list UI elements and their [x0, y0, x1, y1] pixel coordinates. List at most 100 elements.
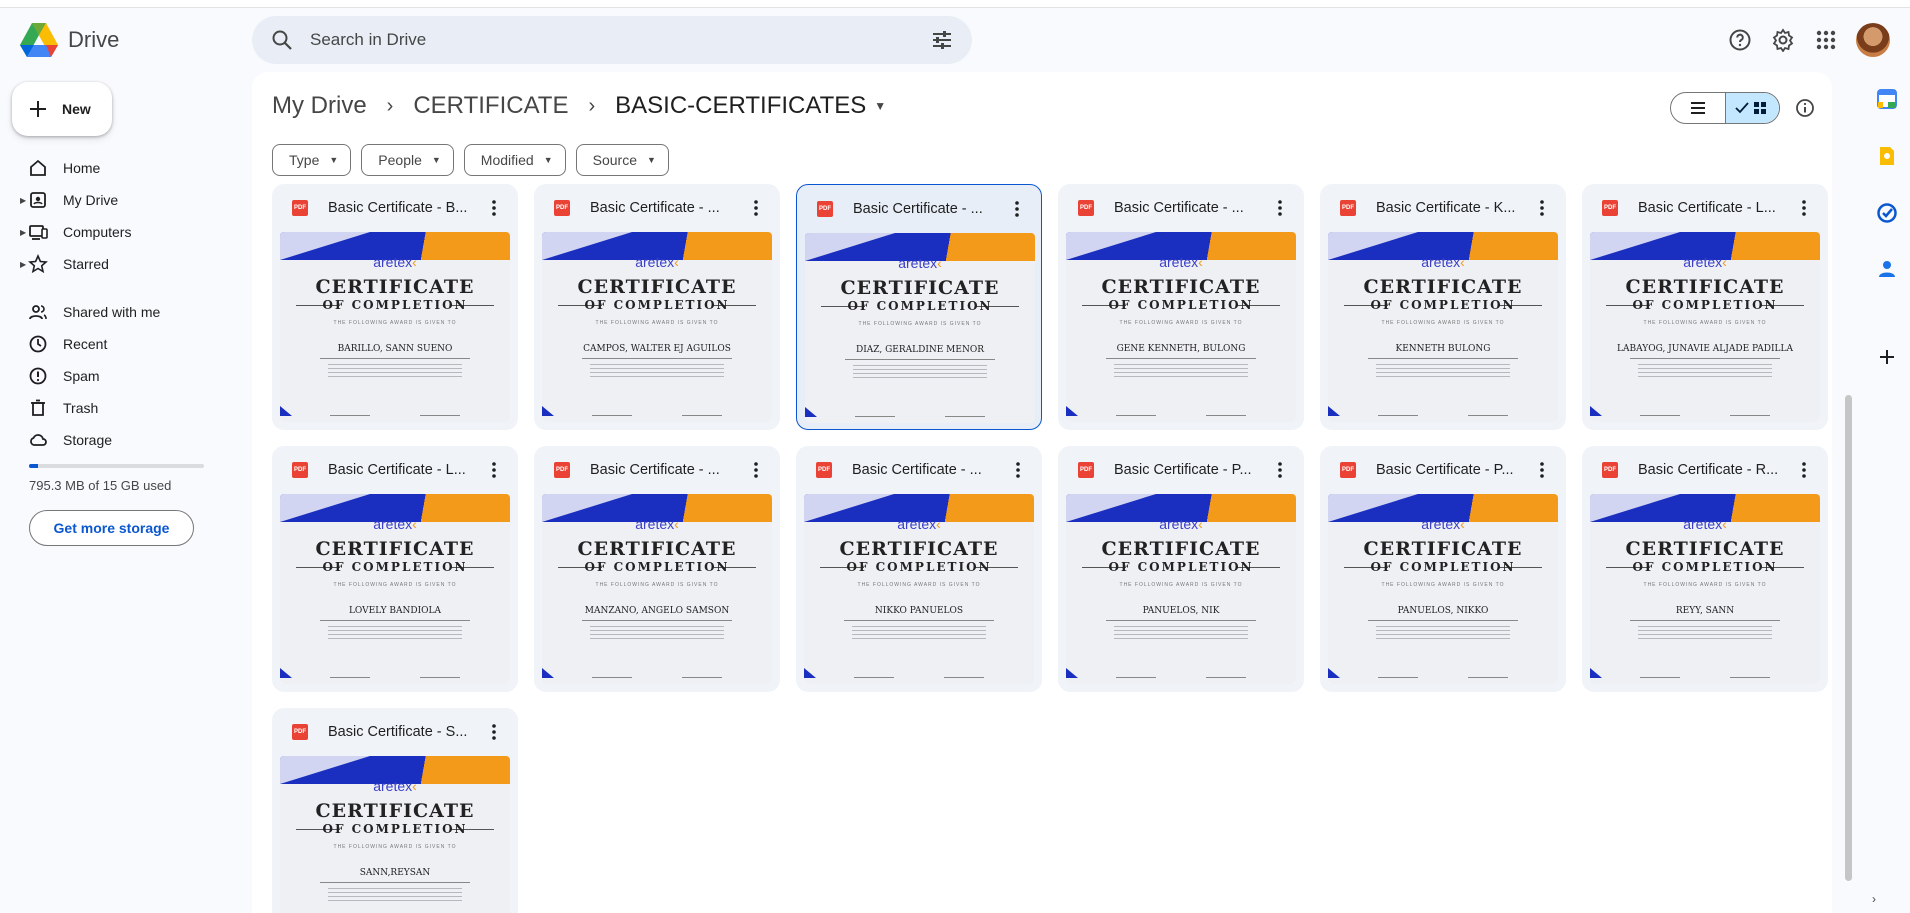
- folder-menu-caret-icon[interactable]: ▼: [874, 99, 886, 113]
- more-actions-icon[interactable]: [1532, 198, 1552, 218]
- get-more-storage-button[interactable]: Get more storage: [29, 510, 194, 546]
- file-thumbnail[interactable]: aretex‹ CERTIFICATE OF COMPLETION THE FO…: [805, 233, 1035, 423]
- settings-icon[interactable]: [1771, 28, 1795, 52]
- tasks-icon[interactable]: [1876, 202, 1898, 224]
- file-card-header[interactable]: PDF Basic Certificate - ...: [1058, 184, 1304, 232]
- filter-modified[interactable]: Modified ▼: [463, 144, 566, 176]
- breadcrumb-item-certificate[interactable]: CERTIFICATE: [413, 92, 568, 120]
- info-icon[interactable]: [1795, 98, 1815, 118]
- file-card[interactable]: PDF Basic Certificate - K... aretex‹ CER…: [1320, 184, 1566, 430]
- file-thumbnail[interactable]: aretex‹ CERTIFICATE OF COMPLETION THE FO…: [804, 494, 1034, 684]
- file-card[interactable]: PDF Basic Certificate - ... aretex‹ CERT…: [534, 184, 780, 430]
- file-card[interactable]: PDF Basic Certificate - ... aretex‹ CERT…: [796, 184, 1042, 430]
- sidebar-item-trash[interactable]: Trash: [0, 392, 240, 424]
- thumbnail-recipient-name: NIKKO PANUELOS: [874, 606, 964, 616]
- sidebar-item-computers[interactable]: ▶ Computers: [0, 216, 240, 248]
- file-card[interactable]: PDF Basic Certificate - L... aretex‹ CER…: [1582, 184, 1828, 430]
- file-thumbnail[interactable]: aretex‹ CERTIFICATE OF COMPLETION THE FO…: [1328, 232, 1558, 422]
- pdf-file-icon: PDF: [1078, 200, 1094, 216]
- file-card-header[interactable]: PDF Basic Certificate - B...: [272, 184, 518, 232]
- search-input[interactable]: [310, 30, 930, 50]
- expand-caret-icon[interactable]: ▶: [20, 196, 26, 205]
- more-actions-icon[interactable]: [484, 460, 504, 480]
- thumbnail-corner-accent: [804, 668, 816, 678]
- more-actions-icon[interactable]: [746, 460, 766, 480]
- file-card[interactable]: PDF Basic Certificate - ... aretex‹ CERT…: [1058, 184, 1304, 430]
- file-thumbnail[interactable]: aretex‹ CERTIFICATE OF COMPLETION THE FO…: [280, 232, 510, 422]
- calendar-icon[interactable]: [1876, 88, 1898, 110]
- file-card-header[interactable]: PDF Basic Certificate - L...: [272, 446, 518, 494]
- sidebar-item-home[interactable]: Home: [0, 152, 240, 184]
- help-icon[interactable]: [1728, 28, 1752, 52]
- file-card-header[interactable]: PDF Basic Certificate - ...: [534, 184, 780, 232]
- sidebar-item-my-drive[interactable]: ▶ My Drive: [0, 184, 240, 216]
- more-actions-icon[interactable]: [1270, 460, 1290, 480]
- more-actions-icon[interactable]: [746, 198, 766, 218]
- file-thumbnail[interactable]: aretex‹ CERTIFICATE OF COMPLETION THE FO…: [280, 494, 510, 684]
- more-actions-icon[interactable]: [1007, 199, 1027, 219]
- sidebar-item-shared-with-me[interactable]: Shared with me: [0, 296, 240, 328]
- breadcrumb-current-folder[interactable]: BASIC-CERTIFICATES: [615, 92, 866, 120]
- thumbnail-description: [590, 626, 724, 640]
- drive-logo[interactable]: Drive: [20, 22, 119, 58]
- search-bar[interactable]: [252, 16, 972, 64]
- pdf-file-icon: PDF: [554, 462, 570, 478]
- file-card-header[interactable]: PDF Basic Certificate - ...: [534, 446, 780, 494]
- file-thumbnail[interactable]: aretex‹ CERTIFICATE OF COMPLETION THE FO…: [542, 494, 772, 684]
- file-thumbnail[interactable]: aretex‹ CERTIFICATE OF COMPLETION THE FO…: [1328, 494, 1558, 684]
- file-card[interactable]: PDF Basic Certificate - S... aretex‹ CER…: [272, 708, 518, 913]
- expand-caret-icon[interactable]: ▶: [20, 228, 26, 237]
- list-view-button[interactable]: [1671, 93, 1725, 123]
- file-card[interactable]: PDF Basic Certificate - L... aretex‹ CER…: [272, 446, 518, 692]
- more-actions-icon[interactable]: [1008, 460, 1028, 480]
- file-card-header[interactable]: PDF Basic Certificate - ...: [797, 185, 1041, 233]
- file-card[interactable]: PDF Basic Certificate - P... aretex‹ CER…: [1058, 446, 1304, 692]
- filter-source[interactable]: Source ▼: [575, 144, 669, 176]
- more-actions-icon[interactable]: [484, 198, 504, 218]
- file-card-header[interactable]: PDF Basic Certificate - P...: [1058, 446, 1304, 494]
- file-card[interactable]: PDF Basic Certificate - R... aretex‹ CER…: [1582, 446, 1828, 692]
- more-actions-icon[interactable]: [484, 722, 504, 742]
- more-actions-icon[interactable]: [1794, 460, 1814, 480]
- file-card-header[interactable]: PDF Basic Certificate - P...: [1320, 446, 1566, 494]
- breadcrumb-item-my-drive[interactable]: My Drive: [272, 92, 367, 120]
- sidebar-item-recent[interactable]: Recent: [0, 328, 240, 360]
- more-actions-icon[interactable]: [1270, 198, 1290, 218]
- grid-view-button[interactable]: [1724, 93, 1779, 123]
- filter-people[interactable]: People ▼: [361, 144, 454, 176]
- thumbnail-title: CERTIFICATE: [315, 538, 475, 560]
- sidebar-item-storage[interactable]: Storage: [0, 424, 240, 456]
- file-card-header[interactable]: PDF Basic Certificate - S...: [272, 708, 518, 756]
- search-options-icon[interactable]: [930, 28, 954, 52]
- file-card[interactable]: PDF Basic Certificate - ... aretex‹ CERT…: [534, 446, 780, 692]
- file-thumbnail[interactable]: aretex‹ CERTIFICATE OF COMPLETION THE FO…: [1066, 494, 1296, 684]
- file-thumbnail[interactable]: aretex‹ CERTIFICATE OF COMPLETION THE FO…: [1590, 494, 1820, 684]
- more-actions-icon[interactable]: [1794, 198, 1814, 218]
- file-card[interactable]: PDF Basic Certificate - P... aretex‹ CER…: [1320, 446, 1566, 692]
- search-icon[interactable]: [270, 28, 294, 52]
- scrollbar[interactable]: [1845, 395, 1852, 881]
- file-card-header[interactable]: PDF Basic Certificate - R...: [1582, 446, 1828, 494]
- file-thumbnail[interactable]: aretex‹ CERTIFICATE OF COMPLETION THE FO…: [280, 756, 510, 913]
- file-thumbnail[interactable]: aretex‹ CERTIFICATE OF COMPLETION THE FO…: [542, 232, 772, 422]
- file-card-header[interactable]: PDF Basic Certificate - L...: [1582, 184, 1828, 232]
- thumbnail-award-text: THE FOLLOWING AWARD IS GIVEN TO: [333, 844, 457, 850]
- filter-type[interactable]: Type ▼: [272, 144, 352, 176]
- new-button[interactable]: New: [12, 82, 112, 136]
- file-card-header[interactable]: PDF Basic Certificate - K...: [1320, 184, 1566, 232]
- thumbnail-name-line: [844, 620, 994, 621]
- add-icon[interactable]: [1876, 346, 1898, 368]
- contacts-icon[interactable]: [1876, 258, 1898, 280]
- file-card-header[interactable]: PDF Basic Certificate - ...: [796, 446, 1042, 494]
- file-card[interactable]: PDF Basic Certificate - ... aretex‹ CERT…: [796, 446, 1042, 692]
- sidebar-item-starred[interactable]: ▶ Starred: [0, 248, 240, 280]
- sidebar-item-label: Shared with me: [63, 304, 161, 320]
- file-thumbnail[interactable]: aretex‹ CERTIFICATE OF COMPLETION THE FO…: [1066, 232, 1296, 422]
- file-card[interactable]: PDF Basic Certificate - B... aretex‹ CER…: [272, 184, 518, 430]
- file-thumbnail[interactable]: aretex‹ CERTIFICATE OF COMPLETION THE FO…: [1590, 232, 1820, 422]
- more-actions-icon[interactable]: [1532, 460, 1552, 480]
- expand-caret-icon[interactable]: ▶: [20, 260, 26, 269]
- apps-icon[interactable]: [1814, 28, 1838, 52]
- sidebar-item-spam[interactable]: Spam: [0, 360, 240, 392]
- keep-icon[interactable]: [1876, 145, 1898, 167]
